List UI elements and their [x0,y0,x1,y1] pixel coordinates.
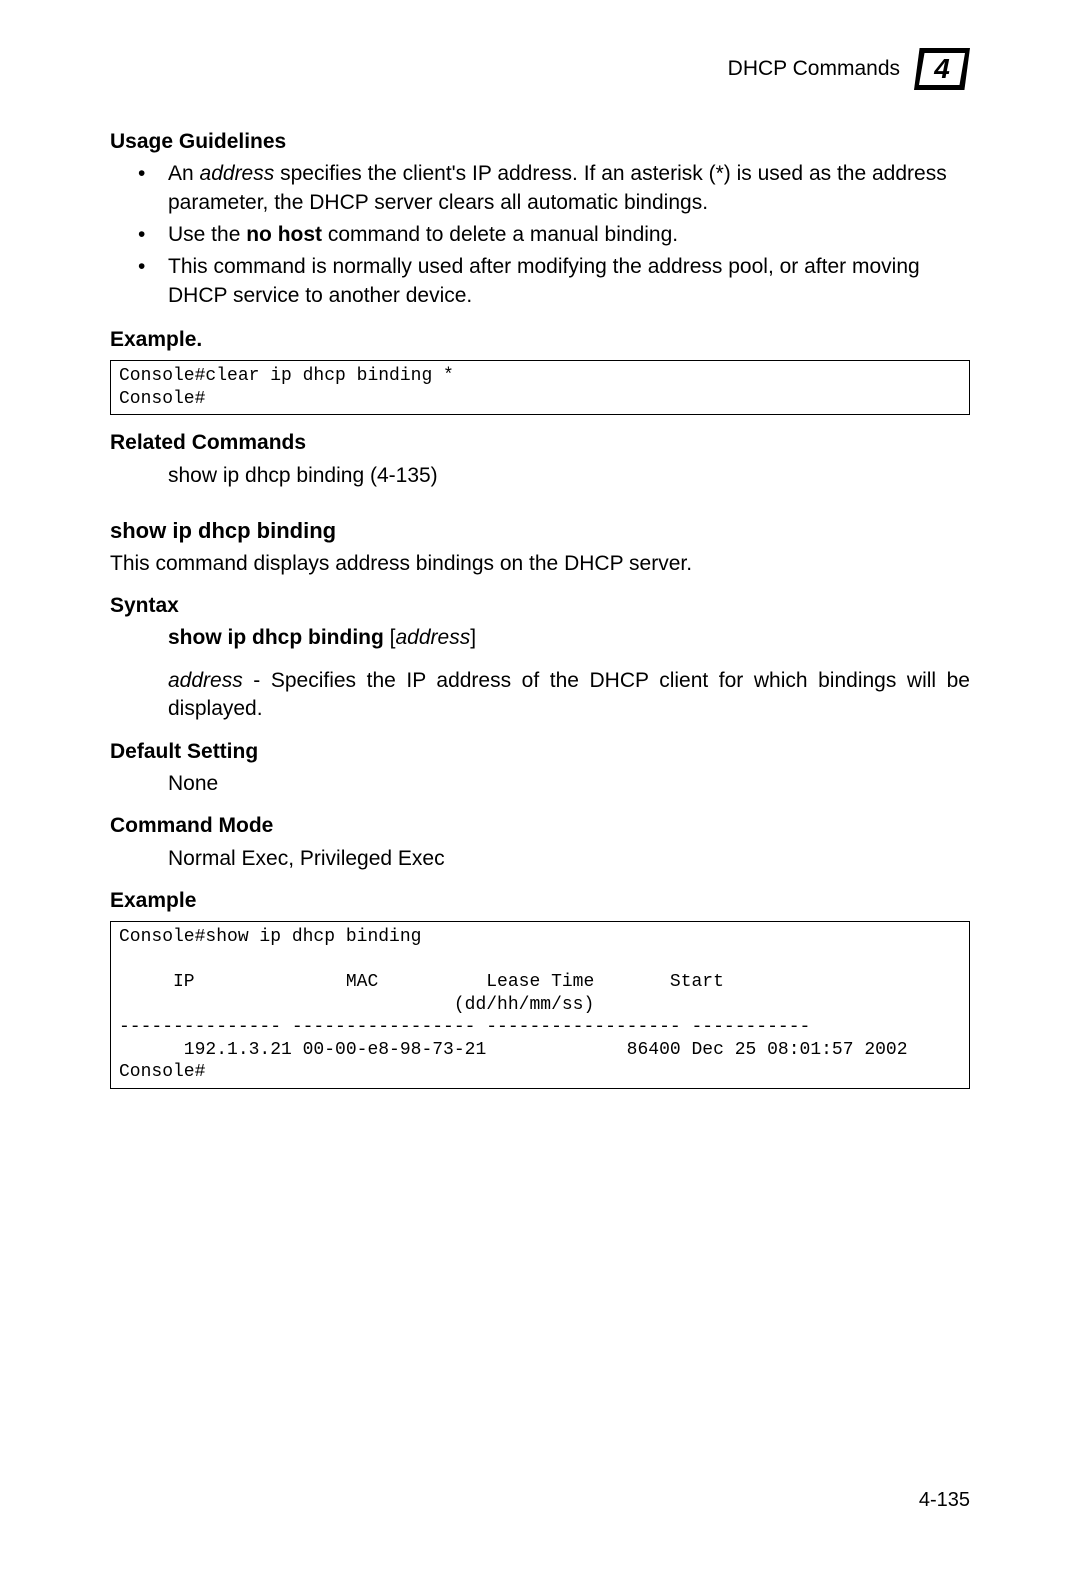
syntax-heading: Syntax [110,592,970,620]
cmdmode-heading: Command Mode [110,812,970,840]
syntax-strong: show ip dhcp binding [168,626,384,649]
page-content: DHCP Commands 4 Usage Guidelines An addr… [0,0,1080,1089]
text: Use the [168,223,246,246]
syntax-em: address [395,626,470,649]
cmdmode-text: Normal Exec, Privileged Exec [110,845,970,873]
default-text: None [110,770,970,798]
text: This command is normally used after modi… [168,255,920,306]
show-cmd-description: This command displays address bindings o… [110,550,970,578]
syntax-desc: address - Specifies the IP address of th… [110,667,970,724]
syntax-desc-em: address [168,669,243,692]
page-header: DHCP Commands 4 [110,48,970,90]
syntax-bracket: ] [470,626,476,649]
related-heading: Related Commands [110,429,970,457]
list-item: An address specifies the client's IP add… [168,160,970,217]
default-heading: Default Setting [110,738,970,766]
text-strong: no host [246,223,322,246]
syntax-bracket: [ [384,626,396,649]
syntax-line: show ip dhcp binding [address] [110,624,970,652]
syntax-desc-rest: - Specifies the IP address of the DHCP c… [168,669,970,720]
page-number: 4-135 [919,1487,970,1514]
chapter-badge-icon: 4 [914,48,970,90]
list-item: This command is normally used after modi… [168,253,970,310]
related-text: show ip dhcp binding (4-135) [110,462,970,490]
text-em: address [200,162,275,185]
example1-code: Console#clear ip dhcp binding * Console# [110,360,970,415]
example2-heading: Example [110,887,970,915]
text: specifies the client's IP address. If an… [168,162,947,213]
chapter-number: 4 [919,53,965,85]
usage-bullet-list: An address specifies the client's IP add… [110,160,970,310]
header-title: DHCP Commands [728,55,900,83]
text: command to delete a manual binding. [322,223,678,246]
example2-code: Console#show ip dhcp binding IP MAC Leas… [110,921,970,1089]
text: An [168,162,200,185]
list-item: Use the no host command to delete a manu… [168,221,970,249]
show-cmd-heading: show ip dhcp binding [110,516,970,546]
usage-heading: Usage Guidelines [110,128,970,156]
example1-heading: Example. [110,326,970,354]
